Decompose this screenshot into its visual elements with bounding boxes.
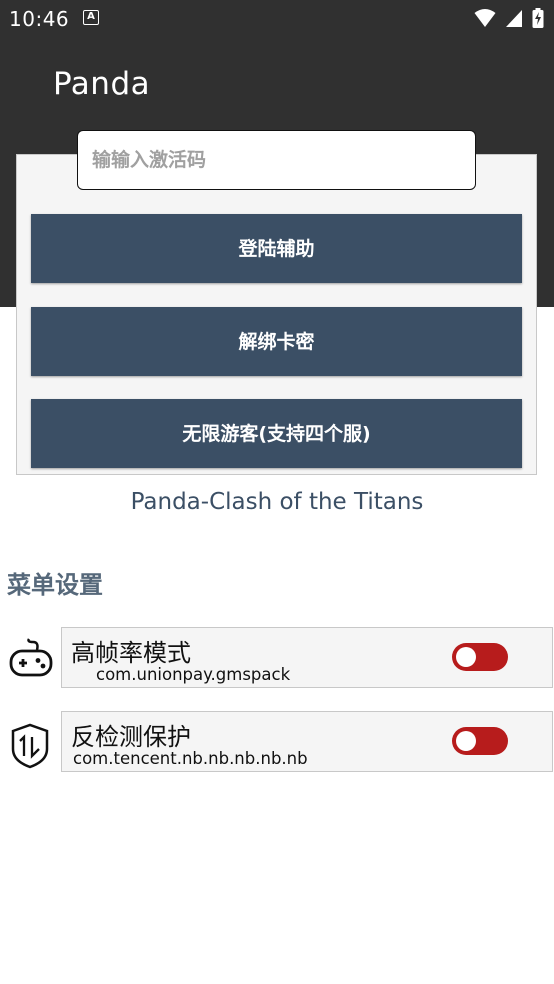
high-fps-toggle[interactable] [452, 643, 508, 671]
menu-section-title: 菜单设置 [7, 571, 103, 599]
gamepad-icon [9, 638, 53, 677]
notification-icon: A [83, 10, 99, 25]
toggle-knob [456, 731, 476, 751]
feature-package: com.tencent.nb.nb.nb.nb.nb [73, 749, 308, 768]
login-button[interactable]: 登陆辅助 [31, 214, 522, 283]
wifi-icon [474, 9, 496, 27]
feature-row-high-fps: 高帧率模式 com.unionpay.gmspack [61, 627, 553, 688]
status-bar: 10:46 A [0, 0, 554, 38]
status-icons [470, 8, 544, 28]
app-subtitle: Panda-Clash of the Titans [130, 489, 424, 515]
feature-name: 高帧率模式 [71, 639, 191, 667]
battery-charging-icon [532, 8, 544, 28]
anti-detect-toggle[interactable] [452, 727, 508, 755]
feature-row-anti-detect: 反检测保护 com.tencent.nb.nb.nb.nb.nb [61, 711, 553, 772]
unbind-card-button[interactable]: 解绑卡密 [31, 307, 522, 376]
toggle-knob [456, 647, 476, 667]
signal-icon [505, 10, 522, 27]
app-title: Panda [53, 66, 151, 102]
feature-package: com.unionpay.gmspack [96, 665, 291, 684]
shield-icon [11, 723, 49, 769]
feature-name: 反检测保护 [71, 723, 191, 751]
status-time: 10:46 [9, 7, 70, 31]
activation-code-input[interactable] [77, 130, 476, 190]
guest-mode-button[interactable]: 无限游客(支持四个服) [31, 399, 522, 468]
